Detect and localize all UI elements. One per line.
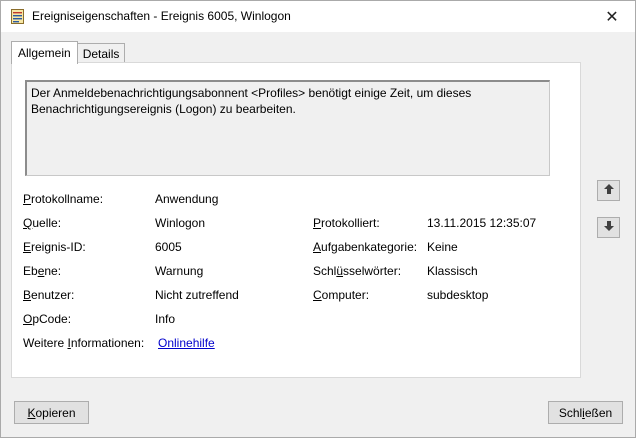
event-id-label: Ereignis-ID: — [23, 240, 86, 254]
logged-value: 13.11.2015 12:35:07 — [427, 216, 537, 230]
tab-details[interactable]: Details — [76, 43, 126, 64]
event-description[interactable]: Der Anmeldebenachrichtigungsabonnent <Pr… — [25, 80, 550, 176]
event-viewer-icon — [11, 9, 24, 24]
keywords-label: Schlüsselwörter: — [313, 264, 402, 278]
tab-general[interactable]: Allgemein — [11, 41, 78, 64]
level-label: Ebene: — [23, 264, 62, 278]
logged-label: Protokolliert: — [313, 216, 380, 230]
arrow-up-icon — [603, 183, 615, 198]
computer-value: subdesktop — [427, 288, 489, 302]
task-category-value: Keine — [427, 240, 458, 254]
close-button-label: Schließen — [558, 405, 613, 420]
arrow-down-icon — [603, 220, 615, 235]
tab-details-label: Details — [82, 47, 120, 61]
opcode-label: OpCode: — [23, 312, 72, 326]
close-window-button[interactable]: ✕ — [589, 1, 635, 32]
copy-button[interactable]: Kopieren — [14, 401, 89, 424]
tab-strip: Allgemein Details — [11, 41, 126, 64]
user-label: Benutzer: — [23, 288, 75, 302]
tab-general-label: Allgemein — [18, 46, 71, 60]
source-value: Winlogon — [155, 216, 206, 230]
level-value: Warnung — [155, 264, 204, 278]
title-bar[interactable]: Ereigniseigenschaften - Ereignis 6005, W… — [1, 1, 635, 32]
window-title: Ereigniseigenschaften - Ereignis 6005, W… — [32, 9, 291, 23]
event-properties-window: Ereigniseigenschaften - Ereignis 6005, W… — [0, 0, 636, 438]
task-category-label: Aufgabenkategorie: — [313, 240, 418, 254]
log-name-label: Protokollname: — [23, 192, 104, 206]
close-button[interactable]: Schließen — [548, 401, 623, 424]
more-info-label: Weitere Informationen: — [23, 336, 145, 350]
close-icon: ✕ — [605, 8, 619, 26]
log-name-value: Anwendung — [155, 192, 219, 206]
online-help-link[interactable]: Onlinehilfe — [158, 336, 215, 350]
event-id-value: 6005 — [155, 240, 182, 254]
user-value: Nicht zutreffend — [155, 288, 239, 302]
source-label: Quelle: — [23, 216, 62, 230]
opcode-value: Info — [155, 312, 176, 326]
previous-event-button[interactable] — [597, 180, 620, 201]
copy-button-label: Kopieren — [27, 405, 76, 420]
general-panel: Der Anmeldebenachrichtigungsabonnent <Pr… — [11, 62, 581, 378]
keywords-value: Klassisch — [427, 264, 478, 278]
computer-label: Computer: — [313, 288, 370, 302]
next-event-button[interactable] — [597, 217, 620, 238]
